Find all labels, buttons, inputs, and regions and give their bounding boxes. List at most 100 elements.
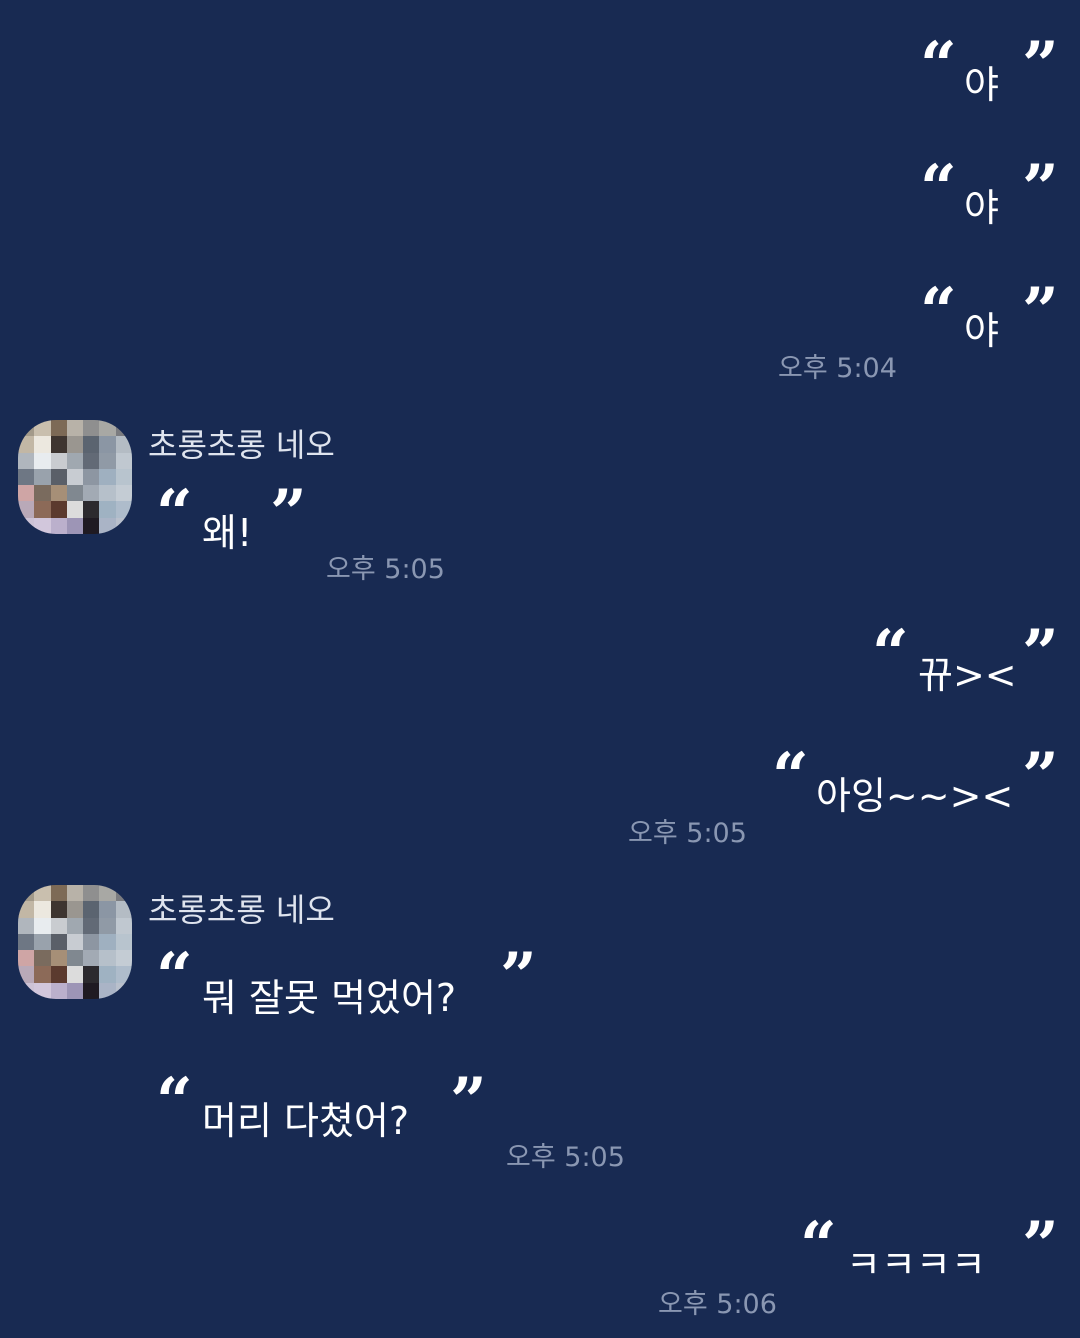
avatar-mosaic-cell xyxy=(99,966,116,983)
avatar-mosaic-cell xyxy=(34,452,51,469)
message-timestamp: 오후 5:06 xyxy=(658,1289,777,1320)
avatar-mosaic-cell xyxy=(18,933,35,951)
avatar-mosaic-cell xyxy=(83,517,100,534)
message-timestamp: 오후 5:04 xyxy=(778,353,897,384)
avatar-mosaic-cell xyxy=(99,485,116,502)
avatar-mosaic-cell xyxy=(18,901,35,918)
my-message-2[interactable]: 야 xyxy=(964,185,999,231)
avatar-mosaic-cell xyxy=(83,420,100,437)
avatar-mosaic-cell xyxy=(115,436,132,453)
open-quote-mark: “ xyxy=(156,476,193,551)
avatar-mosaic-cell xyxy=(50,917,67,934)
avatar-mosaic-cell xyxy=(99,901,116,918)
avatar-mosaic-cell xyxy=(115,885,132,902)
avatar-mosaic-cell xyxy=(18,966,35,983)
avatar-mosaic-cell xyxy=(18,485,35,502)
close-quote-mark: ” xyxy=(1022,616,1059,691)
avatar-mosaic-cell xyxy=(66,885,84,902)
avatar-mosaic-cell xyxy=(66,452,84,469)
open-quote-mark: “ xyxy=(872,616,909,691)
avatar-mosaic-cell xyxy=(115,933,132,951)
avatar-mosaic-cell xyxy=(115,420,132,437)
open-quote-mark: “ xyxy=(772,739,809,814)
my-message-4[interactable]: 뀨>< xyxy=(918,652,1017,698)
avatar-mosaic-cell xyxy=(50,885,67,902)
avatar-mosaic-cell xyxy=(83,452,100,469)
their-message-3[interactable]: 머리 다쳤어? xyxy=(202,1098,409,1144)
avatar-mosaic-cell xyxy=(34,420,51,437)
avatar-mosaic-cell xyxy=(50,901,67,918)
chat-screen: “ ” 야 “ ” 야 “ ” 야 오후 5:04 초롱초롱 네오 “ ” 왜!… xyxy=(0,0,1080,1338)
my-message-1[interactable]: 야 xyxy=(964,62,999,108)
avatar-mosaic-cell xyxy=(115,917,132,934)
avatar-mosaic-cell xyxy=(115,468,132,486)
close-quote-mark: ” xyxy=(450,1064,487,1139)
blurred-profile-avatar-icon[interactable] xyxy=(18,885,132,999)
open-quote-mark: “ xyxy=(156,939,193,1014)
avatar-mosaic-cell xyxy=(66,501,84,518)
avatar-mosaic-cell xyxy=(66,982,84,999)
close-quote-mark: ” xyxy=(1022,28,1059,103)
avatar-mosaic-cell xyxy=(66,933,84,951)
avatar-mosaic-cell xyxy=(66,917,84,934)
sender-name: 초롱초롱 네오 xyxy=(148,891,335,929)
avatar-mosaic-cell xyxy=(115,452,132,469)
avatar-mosaic-cell xyxy=(99,468,116,486)
open-quote-mark: “ xyxy=(920,151,957,226)
avatar-mosaic-cell xyxy=(83,501,100,518)
avatar-mosaic-cell xyxy=(99,436,116,453)
open-quote-mark: “ xyxy=(800,1208,837,1283)
their-message-1[interactable]: 왜! xyxy=(202,510,252,556)
avatar-mosaic-cell xyxy=(99,950,116,967)
avatar-mosaic-cell xyxy=(115,966,132,983)
avatar-mosaic-cell xyxy=(99,517,116,534)
avatar-mosaic-cell xyxy=(83,485,100,502)
avatar-mosaic-cell xyxy=(66,950,84,967)
avatar-mosaic-cell xyxy=(66,966,84,983)
avatar-mosaic-cell xyxy=(66,517,84,534)
avatar-mosaic-cell xyxy=(115,517,132,534)
avatar-mosaic-cell xyxy=(50,436,67,453)
avatar-mosaic-cell xyxy=(66,468,84,486)
my-message-5[interactable]: 아잉~~>< xyxy=(816,773,1013,819)
avatar-mosaic-cell xyxy=(99,917,116,934)
avatar-mosaic-cell xyxy=(115,501,132,518)
sender-name: 초롱초롱 네오 xyxy=(148,426,335,464)
avatar-mosaic-cell xyxy=(34,966,51,983)
avatar-mosaic-cell xyxy=(18,452,35,469)
close-quote-mark: ” xyxy=(1022,1208,1059,1283)
avatar-mosaic-cell xyxy=(34,917,51,934)
avatar-mosaic-cell xyxy=(50,468,67,486)
avatar-mosaic-cell xyxy=(34,517,51,534)
avatar-mosaic-cell xyxy=(83,933,100,951)
avatar-mosaic-cell xyxy=(34,901,51,918)
avatar-mosaic-cell xyxy=(34,982,51,999)
avatar-mosaic-cell xyxy=(18,468,35,486)
message-timestamp: 오후 5:05 xyxy=(506,1142,625,1173)
avatar-mosaic-cell xyxy=(18,885,35,902)
avatar-mosaic-cell xyxy=(18,917,35,934)
avatar-mosaic-cell xyxy=(18,950,35,967)
my-message-6[interactable]: ㅋㅋㅋㅋ xyxy=(846,1242,986,1288)
open-quote-mark: “ xyxy=(920,28,957,103)
message-timestamp: 오후 5:05 xyxy=(326,554,445,585)
avatar-mosaic-cell xyxy=(115,901,132,918)
close-quote-mark: ” xyxy=(270,476,307,551)
close-quote-mark: ” xyxy=(1022,151,1059,226)
avatar-mosaic-cell xyxy=(34,436,51,453)
open-quote-mark: “ xyxy=(920,274,957,349)
avatar-mosaic-cell xyxy=(34,885,51,902)
avatar-mosaic-cell xyxy=(83,982,100,999)
my-message-3[interactable]: 야 xyxy=(964,308,999,354)
avatar-mosaic-cell xyxy=(115,950,132,967)
avatar-mosaic-cell xyxy=(50,501,67,518)
their-message-2[interactable]: 뭐 잘못 먹었어? xyxy=(202,975,456,1021)
avatar-mosaic-cell xyxy=(50,950,67,967)
blurred-profile-avatar-icon[interactable] xyxy=(18,420,132,534)
avatar-mosaic-cell xyxy=(18,501,35,518)
message-timestamp: 오후 5:05 xyxy=(628,818,747,849)
avatar-mosaic-cell xyxy=(115,485,132,502)
avatar-mosaic-cell xyxy=(83,917,100,934)
avatar-mosaic-cell xyxy=(115,982,132,999)
avatar-mosaic-cell xyxy=(34,501,51,518)
